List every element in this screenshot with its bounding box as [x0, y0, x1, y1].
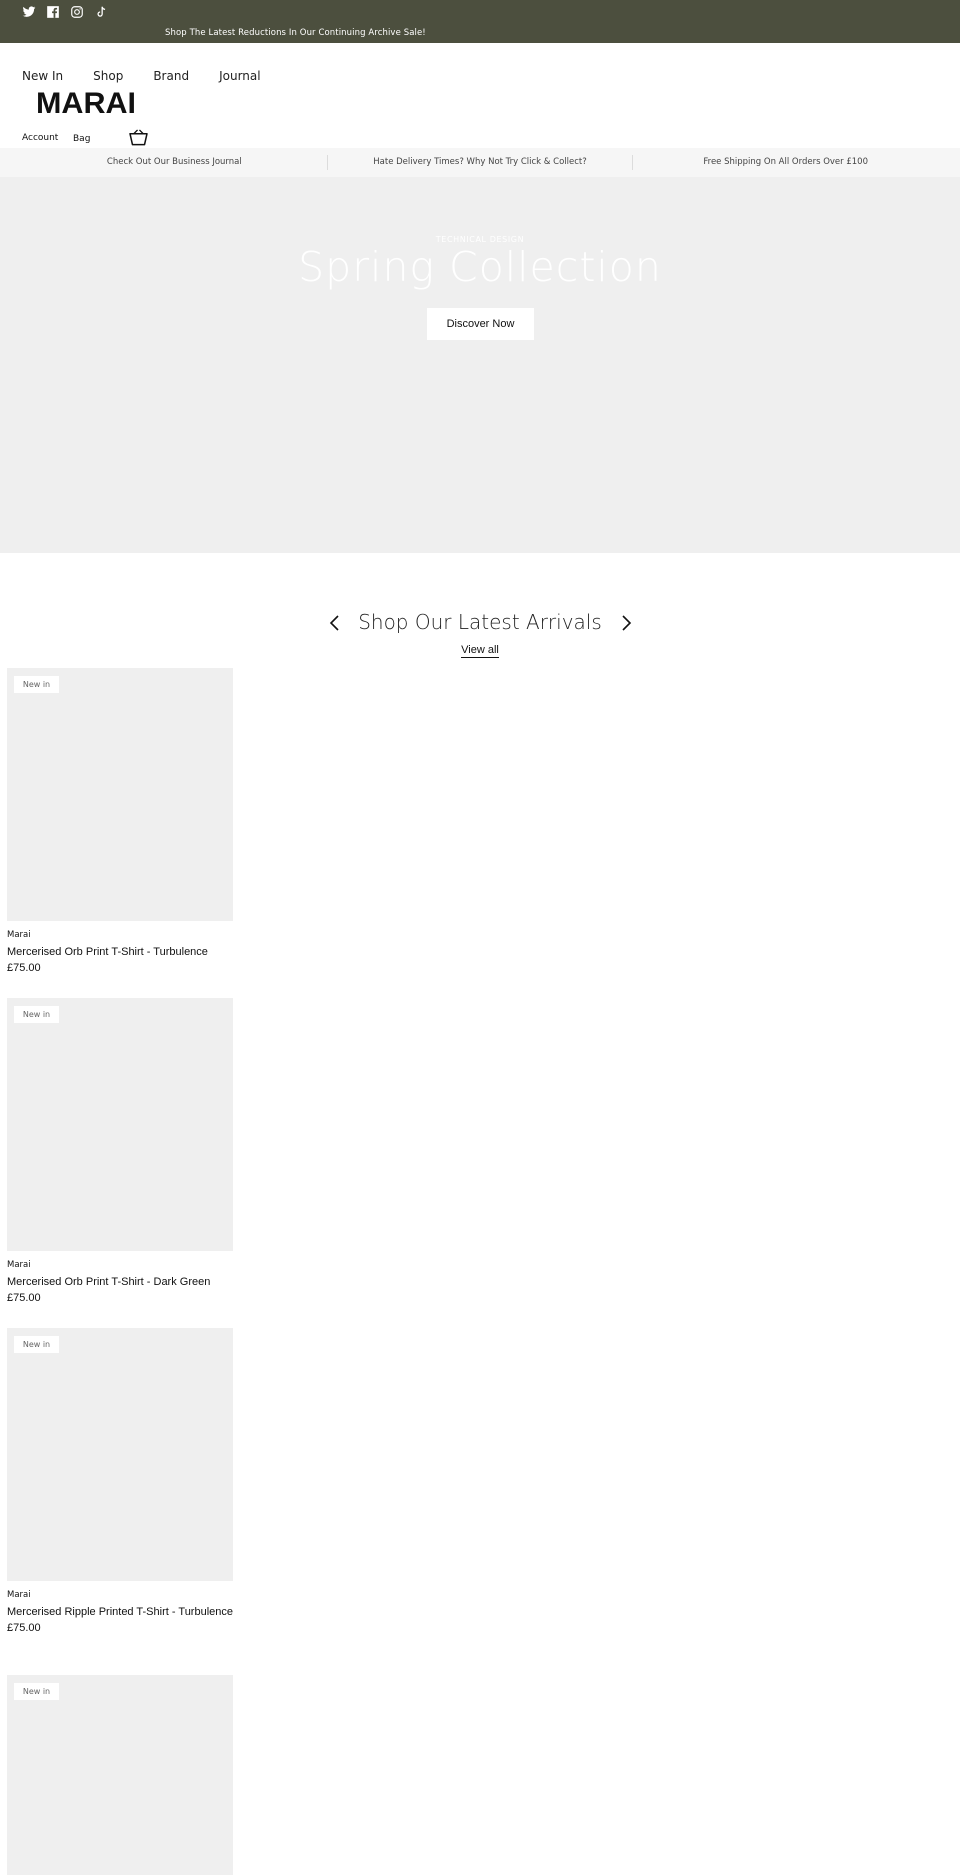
twitter-icon[interactable]	[22, 5, 36, 19]
account-link[interactable]: Account	[22, 133, 58, 143]
product-brand: Marai	[7, 1590, 31, 1600]
discover-now-button[interactable]: Discover Now	[427, 308, 534, 340]
main-nav: New In Shop Brand Journal	[22, 69, 291, 83]
new-in-badge: New in	[14, 1683, 59, 1700]
product-image[interactable]: New in	[7, 1675, 233, 1875]
instagram-icon[interactable]	[70, 5, 84, 19]
new-in-badge: New in	[14, 676, 59, 693]
usp-free-shipping[interactable]: Free Shipping On All Orders Over £100	[632, 155, 938, 170]
social-links	[22, 5, 108, 19]
product-price: £75.00	[7, 1292, 41, 1304]
view-all-wrap: View all	[0, 638, 960, 658]
nav-brand[interactable]: Brand	[153, 69, 189, 83]
facebook-icon[interactable]	[46, 5, 60, 19]
product-brand: Marai	[7, 930, 31, 940]
view-all-link[interactable]: View all	[461, 644, 499, 658]
usp-strip: Check Out Our Business Journal Hate Deli…	[0, 148, 960, 177]
product-name[interactable]: Mercerised Orb Print T-Shirt - Dark Gree…	[7, 1274, 233, 1290]
chevron-right-icon[interactable]	[619, 613, 633, 633]
product-card[interactable]: New in	[7, 1675, 233, 1875]
hero-title: Spring Collection	[298, 243, 662, 291]
product-name[interactable]: Mercerised Orb Print T-Shirt - Turbulenc…	[7, 944, 233, 960]
nav-journal[interactable]: Journal	[219, 69, 261, 83]
nav-shop[interactable]: Shop	[93, 69, 123, 83]
product-image[interactable]: New in	[7, 668, 233, 921]
product-brand: Marai	[7, 1260, 31, 1270]
product-name[interactable]: Mercerised Ripple Printed T-Shirt - Turb…	[7, 1604, 233, 1620]
usp-click-collect[interactable]: Hate Delivery Times? Why Not Try Click &…	[326, 155, 633, 170]
product-card[interactable]: New in Marai Mercerised Orb Print T-Shir…	[7, 998, 233, 1306]
nav-new-in[interactable]: New In	[22, 69, 63, 83]
product-price: £75.00	[7, 1622, 41, 1634]
bag-link[interactable]: Bag	[73, 134, 90, 144]
product-image[interactable]: New in	[7, 998, 233, 1251]
announcement-bar: Shop The Latest Reductions In Our Contin…	[0, 0, 960, 43]
hero-banner: TECHNICAL DESIGN Spring Collection Disco…	[0, 177, 960, 553]
product-card[interactable]: New in Marai Mercerised Ripple Printed T…	[7, 1328, 233, 1636]
announcement-text[interactable]: Shop The Latest Reductions In Our Contin…	[165, 28, 426, 38]
product-price: £75.00	[7, 962, 41, 974]
product-card[interactable]: New in Marai Mercerised Orb Print T-Shir…	[7, 668, 233, 976]
product-image[interactable]: New in	[7, 1328, 233, 1581]
site-logo[interactable]: MARAI	[36, 86, 136, 116]
new-in-badge: New in	[14, 1006, 59, 1023]
tiktok-icon[interactable]	[94, 5, 108, 19]
usp-journal[interactable]: Check Out Our Business Journal	[22, 155, 327, 170]
basket-icon[interactable]	[129, 129, 148, 146]
section-title: Shop Our Latest Arrivals	[358, 610, 602, 634]
new-in-badge: New in	[14, 1336, 59, 1353]
logo-text: MARAI	[36, 87, 136, 116]
